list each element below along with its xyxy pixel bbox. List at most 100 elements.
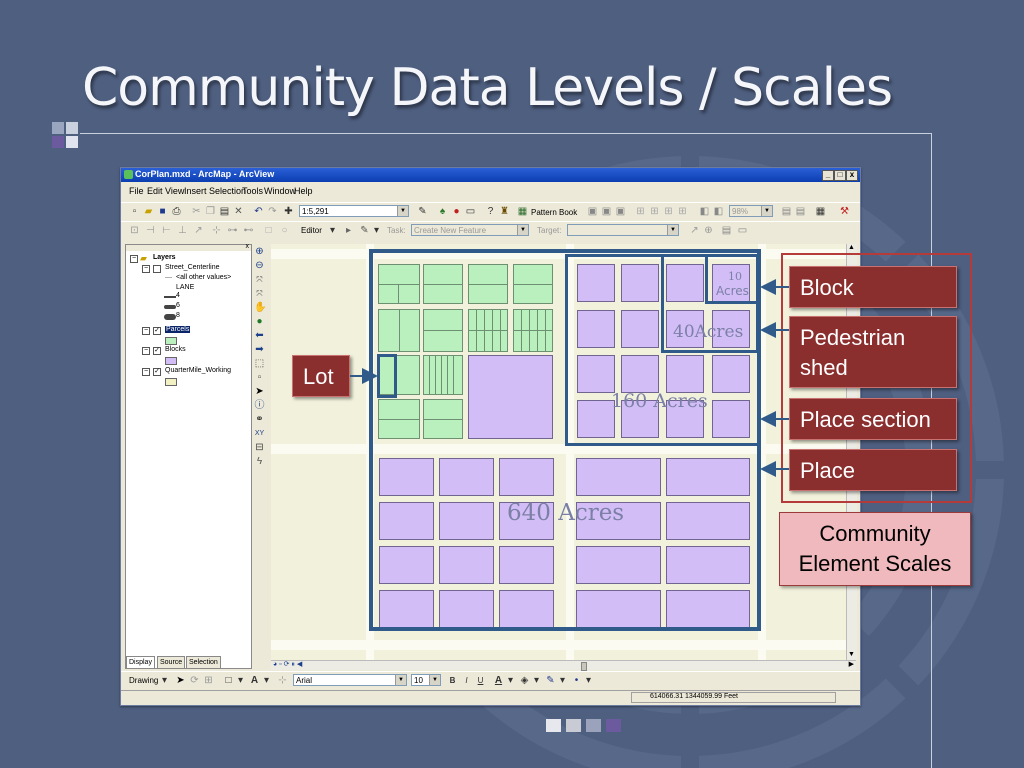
delete-icon[interactable]: ✕: [233, 206, 244, 217]
open-folder-icon[interactable]: ▰: [143, 206, 154, 217]
sketch-tool-icon[interactable]: ⊥: [177, 225, 188, 236]
undo-icon[interactable]: ↶: [253, 206, 264, 217]
menu-help[interactable]: Help: [294, 186, 313, 196]
fixed-zoom-out-icon[interactable]: ⤧: [254, 288, 265, 299]
chevron-down-icon[interactable]: ▼: [395, 675, 406, 685]
view-mode-icon[interactable]: ◕ ▫ ⟳ ⏸ ◀: [273, 660, 302, 669]
minimize-button[interactable]: _: [822, 170, 834, 181]
menu-view[interactable]: View: [165, 186, 184, 196]
underline-button[interactable]: U: [475, 675, 486, 686]
tab-selection[interactable]: Selection: [186, 656, 221, 669]
menu-file[interactable]: File: [129, 186, 144, 196]
text-tool-icon[interactable]: A: [249, 675, 260, 686]
chevron-down-icon[interactable]: ▼: [517, 225, 528, 235]
chevron-down-icon[interactable]: ▼: [761, 206, 772, 216]
expand-layers-toggle[interactable]: −: [130, 255, 138, 263]
layer-checkbox-parcels[interactable]: ✓: [153, 327, 161, 335]
expand-toggle[interactable]: −: [142, 265, 150, 273]
pattern-book-button[interactable]: Pattern Book: [531, 208, 577, 217]
marker-color-icon[interactable]: •: [571, 675, 582, 686]
sketch-tool-icon[interactable]: ↗: [193, 225, 204, 236]
chevron-down-icon[interactable]: ▾: [261, 675, 272, 686]
scroll-down-icon[interactable]: ▼: [848, 651, 855, 658]
toc-layer-street[interactable]: Street_Centerline: [165, 264, 219, 271]
layout-icon[interactable]: ▣: [587, 206, 598, 217]
tab-display[interactable]: Display: [126, 656, 155, 669]
zoom-in-icon[interactable]: ⊕: [254, 246, 265, 257]
edit-vertices-icon[interactable]: ⊹: [277, 675, 288, 686]
task-combo[interactable]: Create New Feature ▼: [411, 224, 529, 236]
catalog-icon[interactable]: ⚒: [839, 206, 850, 217]
zoom-page-icon[interactable]: ⊞: [635, 206, 646, 217]
save-icon[interactable]: ■: [157, 206, 168, 217]
lightning-icon[interactable]: ϟ: [254, 456, 265, 467]
line-color-icon[interactable]: ✎: [545, 675, 556, 686]
zoom-percent-combo[interactable]: 98% ▼: [729, 205, 773, 217]
rectangle-icon[interactable]: □: [223, 675, 234, 686]
arctoolbox-icon[interactable]: ♠: [437, 206, 448, 217]
sketch-tool-icon[interactable]: ⊣: [145, 225, 156, 236]
command-line-icon[interactable]: ▭: [465, 206, 476, 217]
pan-page-icon[interactable]: ◧: [699, 206, 710, 217]
pattern-tool-icon[interactable]: ♜: [499, 206, 510, 217]
sketch-tool-icon[interactable]: ⊶: [227, 225, 238, 236]
menu-tools[interactable]: Tools: [242, 186, 263, 196]
fill-color-icon[interactable]: ◈: [519, 675, 530, 686]
fixed-zoom-in-icon[interactable]: ⤧: [254, 274, 265, 285]
chevron-down-icon[interactable]: ▾: [531, 675, 542, 686]
chevron-down-icon[interactable]: ▼: [667, 225, 678, 235]
toc-layer-blocks[interactable]: Blocks: [165, 346, 186, 353]
info-icon[interactable]: ⓘ: [254, 400, 265, 411]
scroll-up-icon[interactable]: ▲: [848, 244, 855, 251]
zoom-page-icon[interactable]: ⊞: [677, 206, 688, 217]
add-data-icon[interactable]: ✚: [283, 206, 294, 217]
menu-insert[interactable]: Insert: [184, 186, 207, 196]
new-icon[interactable]: ▫: [129, 206, 140, 217]
scroll-right-icon[interactable]: ▶: [849, 660, 854, 668]
sketch-tool-icon[interactable]: ○: [279, 225, 290, 236]
goto-xy-icon[interactable]: XY: [254, 428, 265, 439]
pan-icon[interactable]: ✋: [254, 302, 266, 313]
chevron-down-icon[interactable]: ▾: [505, 675, 516, 686]
layer-checkbox-blocks[interactable]: ✓: [153, 347, 161, 355]
zoom-out-icon[interactable]: ⊖: [254, 260, 265, 271]
copy-icon[interactable]: ❐: [205, 206, 216, 217]
scroll-thumb[interactable]: [581, 662, 587, 671]
sketch-tool-icon[interactable]: ⊷: [243, 225, 254, 236]
redo-icon[interactable]: ↷: [267, 206, 278, 217]
chevron-down-icon[interactable]: ▾: [557, 675, 568, 686]
select-elements-icon[interactable]: ▫: [254, 372, 265, 383]
layer-checkbox-street[interactable]: [153, 265, 161, 273]
sketch-tool-icon[interactable]: ⊢: [161, 225, 172, 236]
menu-selection[interactable]: Selection: [209, 186, 246, 196]
binoculars-icon[interactable]: ⚭: [254, 414, 265, 425]
toc-layers-root[interactable]: Layers: [153, 254, 176, 261]
rotate-icon[interactable]: ⟳: [189, 675, 200, 686]
map-horizontal-scrollbar[interactable]: ◕ ▫ ⟳ ⏸ ◀ ▶: [271, 660, 856, 671]
layer-checkbox-quartermile[interactable]: ✓: [153, 368, 161, 376]
measure-icon[interactable]: ⊟: [254, 442, 265, 453]
zoom-page-icon[interactable]: ⊞: [663, 206, 674, 217]
menu-edit[interactable]: Edit: [147, 186, 163, 196]
map-scale-combo[interactable]: 1:5,291 ▼: [299, 205, 409, 217]
cut-icon[interactable]: ✂: [191, 206, 202, 217]
chevron-down-icon[interactable]: ▼: [429, 675, 440, 685]
layout-icon[interactable]: ▣: [615, 206, 626, 217]
attributes-icon[interactable]: ▤: [721, 225, 732, 236]
layout-view-icon[interactable]: ▦: [815, 206, 826, 217]
italic-button[interactable]: I: [461, 675, 472, 686]
pattern-book-icon[interactable]: ▦: [517, 206, 528, 217]
close-icon[interactable]: x: [246, 243, 250, 250]
layout-icon[interactable]: ▣: [601, 206, 612, 217]
pan-page-icon[interactable]: ◧: [713, 206, 724, 217]
edit-tool-icon[interactable]: ▸: [343, 225, 354, 236]
chevron-down-icon[interactable]: ▾: [235, 675, 246, 686]
chevron-down-icon[interactable]: ▾: [327, 225, 338, 236]
font-color-button[interactable]: A: [493, 675, 504, 686]
toc-layer-quartermile[interactable]: QuarterMile_Working: [165, 367, 231, 374]
zoom-whole-page-icon[interactable]: ⊞: [203, 675, 214, 686]
chevron-down-icon[interactable]: ▾: [371, 225, 382, 236]
sketch-pencil-icon[interactable]: ✎: [359, 225, 370, 236]
menu-window[interactable]: Window: [264, 186, 296, 196]
drawing-menu-button[interactable]: Drawing: [129, 676, 158, 685]
